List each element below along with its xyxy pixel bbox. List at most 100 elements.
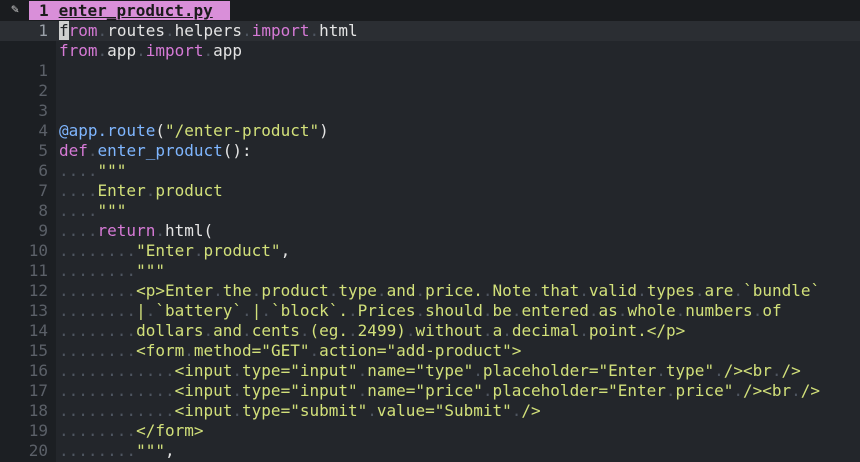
code-token: """	[97, 201, 127, 220]
code-token: .	[579, 281, 589, 300]
code-token: cents	[251, 321, 300, 340]
code-token: valid	[588, 281, 638, 300]
code-token: ....	[59, 201, 98, 220]
code-token: ........	[59, 441, 137, 460]
code-token: decimal	[511, 321, 580, 340]
code-token: value="Submit"	[376, 401, 512, 420]
code-token: """	[97, 161, 127, 180]
code-line[interactable]: 2	[0, 81, 860, 101]
tab-filename: enter_product.py	[58, 1, 213, 20]
code-line[interactable]: 12 ........<p>Enter.the.product.type.and.…	[0, 281, 860, 301]
code-line[interactable]: 20 ........""",	[0, 441, 860, 461]
code-token: .	[348, 301, 358, 320]
code-line[interactable]: 17 ............<input.type="input".name="…	[0, 381, 860, 401]
code-token: app	[213, 41, 243, 60]
code-token: ():	[222, 141, 252, 160]
code-token: `battery`	[155, 301, 243, 320]
line-number: 1	[38, 61, 48, 80]
code-token: |	[136, 301, 146, 320]
code-token: ....	[59, 221, 98, 240]
code-editor[interactable]: 1 from.routes.helpers.import.html from.app…	[0, 21, 860, 462]
code-token: </form>	[136, 421, 204, 440]
code-line[interactable]: 18 ............<input.type="submit".value…	[0, 401, 860, 421]
tab-bar: ✎ 1 enter_product.py	[0, 0, 860, 21]
code-token: placeholder="Enter	[482, 361, 657, 380]
line-number: 10	[28, 241, 48, 260]
code-line[interactable]: 1 from.routes.helpers.import.html	[0, 21, 860, 41]
line-number: 12	[28, 281, 48, 300]
code-token: numbers	[685, 301, 753, 320]
code-token: />	[781, 361, 801, 380]
code-token: routes	[107, 21, 165, 40]
close-buffer-icon[interactable]: ✎	[7, 2, 23, 18]
code-token: .	[348, 321, 358, 340]
code-token: .	[482, 381, 493, 400]
code-line[interactable]: 7 ....Enter.product	[0, 181, 860, 201]
code-token: types	[646, 281, 695, 300]
line-number: 8	[38, 201, 48, 220]
code-token: type="input"	[242, 361, 358, 380]
code-token: name="price"	[367, 381, 483, 400]
code-token: dollars	[136, 321, 204, 340]
code-token: .	[617, 301, 628, 320]
code-token: |	[251, 301, 262, 320]
code-token: .	[473, 361, 483, 380]
code-token: type"	[665, 361, 715, 380]
code-token: html	[319, 21, 358, 40]
code-token: without	[415, 321, 483, 340]
tab-enter-product[interactable]: 1 enter_product.py	[29, 1, 230, 20]
code-token: Prices	[357, 301, 416, 320]
code-token: price.	[425, 281, 483, 300]
code-line[interactable]: 4 @app.route("/enter-product")	[0, 121, 860, 141]
code-line[interactable]: 8 ...."""	[0, 201, 860, 221]
code-token: ....	[59, 181, 98, 200]
code-token: ........	[59, 301, 137, 320]
code-token: whole	[627, 301, 676, 320]
line-number: 20	[28, 441, 48, 460]
code-token: .	[261, 301, 271, 320]
code-line[interactable]: 10 ........"Enter.product",	[0, 241, 860, 261]
code-token: .	[511, 301, 522, 320]
code-line[interactable]: 5 def.enter_product():	[0, 141, 860, 161]
code-line[interactable]: from.app.import.app	[0, 41, 860, 61]
code-token: ........	[59, 261, 137, 280]
code-token: .	[511, 401, 522, 420]
code-token: action="add-product">	[319, 341, 522, 360]
code-token: that	[540, 281, 580, 300]
code-token: .	[376, 281, 387, 300]
code-text: ...."""	[59, 161, 126, 181]
code-token: .	[637, 281, 647, 300]
code-line[interactable]: 14 ........dollars.and.cents.(eg..2499).w…	[0, 321, 860, 341]
code-token: <input	[174, 381, 233, 400]
code-token: name="type"	[367, 361, 474, 380]
code-text: ........<p>Enter.the.product.type.and.pr…	[59, 281, 820, 301]
code-token: .	[665, 381, 676, 400]
code-text: from.app.import.app	[59, 41, 242, 61]
code-line[interactable]: 1	[0, 61, 860, 81]
code-line[interactable]: 16 ............<input.type="input".name="…	[0, 361, 860, 381]
code-line[interactable]: 15 ........<form.method="GET".action="add…	[0, 341, 860, 361]
code-token: <form	[136, 341, 185, 360]
code-token: price"	[675, 381, 734, 400]
code-text: from.routes.helpers.import.html	[59, 21, 358, 41]
code-line[interactable]: 11 ........"""	[0, 261, 860, 281]
code-token: (	[155, 121, 165, 140]
code-lines: 1 from.routes.helpers.import.html from.app…	[0, 21, 860, 462]
code-text: ............<input.type="input".name="pr…	[59, 381, 820, 401]
code-token: ,	[280, 241, 291, 260]
code-line[interactable]: 9 ....return.html(	[0, 221, 860, 241]
code-line[interactable]: 3	[0, 101, 860, 121]
code-line[interactable]: 19 ........</form>	[0, 421, 860, 441]
code-token: method="GET"	[193, 341, 310, 360]
code-token: .	[97, 21, 108, 40]
tab-number: 1	[39, 1, 49, 20]
code-token: .	[164, 21, 175, 40]
code-token: be	[492, 301, 512, 320]
code-token: .	[531, 281, 541, 300]
code-token: .	[367, 401, 377, 420]
code-token: ........	[59, 241, 137, 260]
code-line[interactable]: 6 ...."""	[0, 161, 860, 181]
code-token: html(	[164, 221, 214, 240]
code-line[interactable]: 13 ........|.`battery`.|.`block`..Prices.…	[0, 301, 860, 321]
code-token: type="submit"	[242, 401, 368, 420]
